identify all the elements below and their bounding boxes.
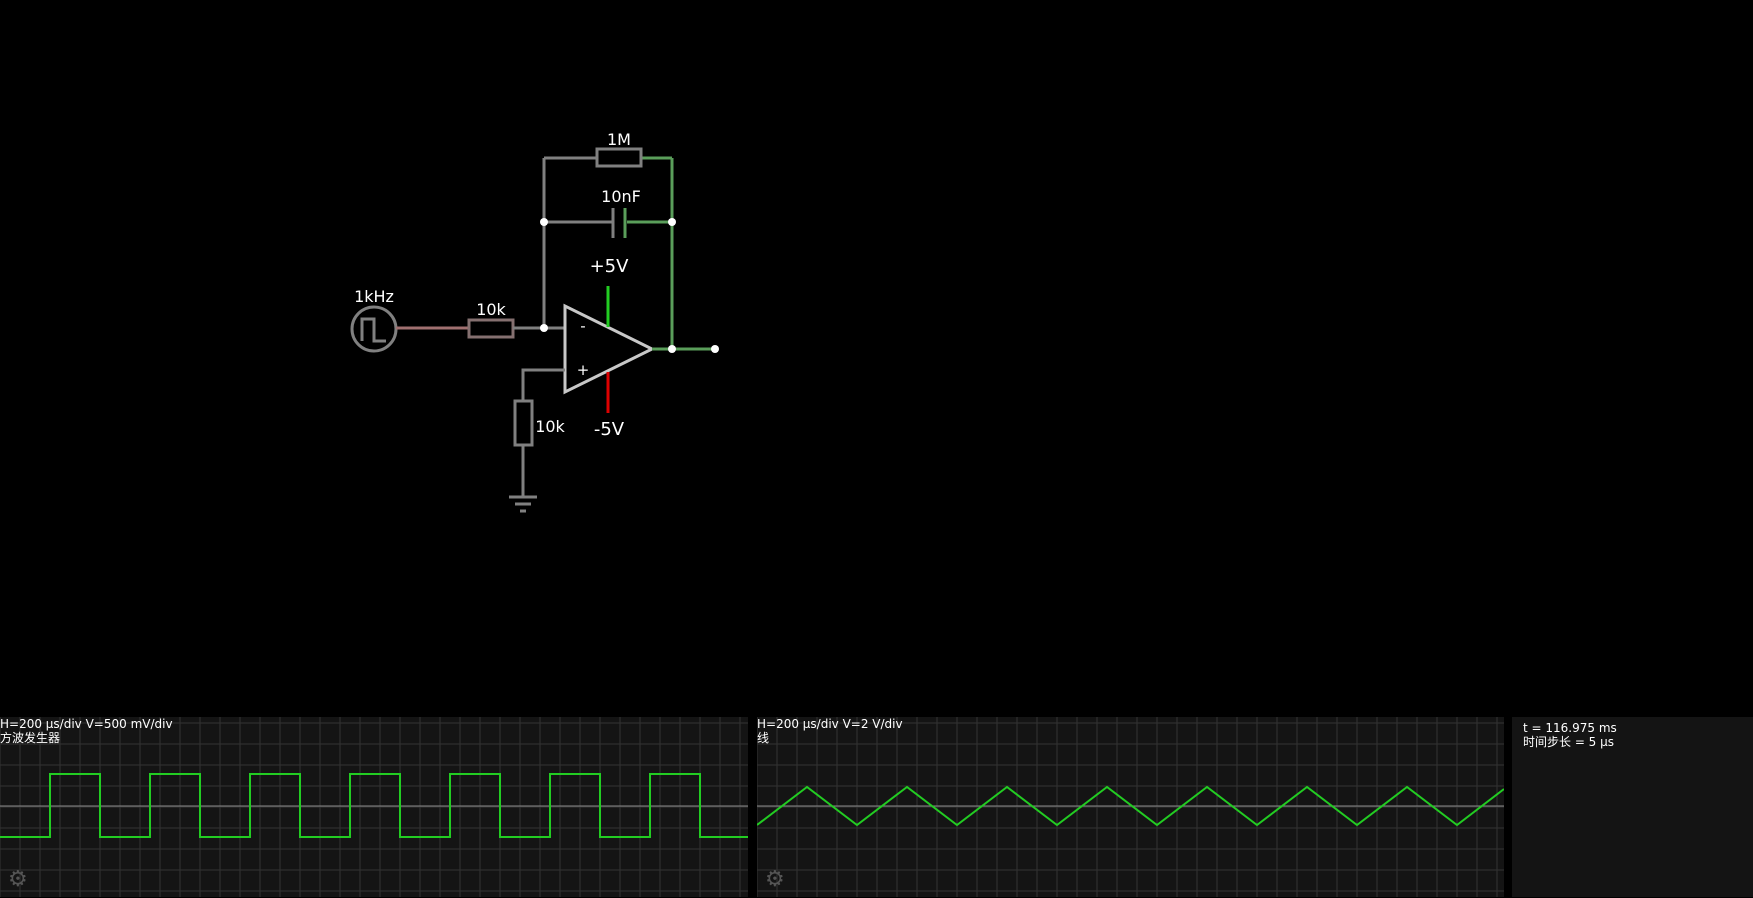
- source-frequency-label: 1kHz: [354, 287, 394, 306]
- feedback-capacitor-label: 10nF: [601, 187, 641, 206]
- circuit-canvas[interactable]: 1M 10nF 1kHz 10k - + +5V -5V 10k: [0, 0, 1753, 717]
- scope-square-wave-plot: [0, 717, 748, 897]
- non-inverting-wire: [521, 368, 565, 401]
- simulation-info-panel: t = 116.975 ms 时间步长 = 5 μs: [1512, 717, 1753, 897]
- feedback-resistor[interactable]: [595, 147, 643, 168]
- scope-triangle-wave-plot: [757, 717, 1504, 897]
- junction-dot: [540, 324, 548, 332]
- scope-square-wave-name: 方波发生器: [0, 731, 61, 745]
- gear-icon[interactable]: ⚙: [8, 869, 30, 891]
- scope-square-wave[interactable]: H=200 μs/div V=500 mV/div 方波发生器 ⚙: [0, 717, 748, 897]
- feedback-capacitor[interactable]: [611, 208, 627, 238]
- op-amp-minus-label: -: [580, 317, 585, 335]
- simulation-timestep: 时间步长 = 5 μs: [1523, 735, 1615, 749]
- scope-triangle-wave-scale: H=200 μs/div V=2 V/div: [757, 717, 903, 731]
- scope-grid: [757, 717, 1504, 897]
- op-amp-plus-label: +: [577, 361, 590, 379]
- square-wave-source[interactable]: [350, 305, 398, 353]
- scope-triangle-wave-name: 线: [757, 731, 770, 745]
- negative-supply-label: -5V: [594, 419, 625, 440]
- input-resistor[interactable]: [467, 318, 515, 339]
- simulation-time: t = 116.975 ms: [1523, 721, 1617, 735]
- junction-dot: [540, 218, 548, 226]
- positive-supply-label: +5V: [590, 256, 630, 277]
- feedback-resistor-label: 1M: [607, 130, 631, 149]
- input-resistor-label: 10k: [476, 300, 506, 319]
- ground-resistor-label: 10k: [535, 417, 565, 436]
- junction-dot: [668, 345, 676, 353]
- output-terminal[interactable]: [711, 345, 719, 353]
- gear-icon[interactable]: ⚙: [765, 869, 787, 891]
- scope-grid: [0, 717, 748, 897]
- ground-resistor[interactable]: [513, 399, 534, 447]
- scope-triangle-wave[interactable]: H=200 μs/div V=2 V/div 线 ⚙: [757, 717, 1504, 897]
- circuit-simulator: 1M 10nF 1kHz 10k - + +5V -5V 10k H=200 μ…: [0, 0, 1753, 898]
- ground-symbol: [509, 495, 537, 513]
- junction-dot: [668, 218, 676, 226]
- scope-square-wave-scale: H=200 μs/div V=500 mV/div: [0, 717, 173, 731]
